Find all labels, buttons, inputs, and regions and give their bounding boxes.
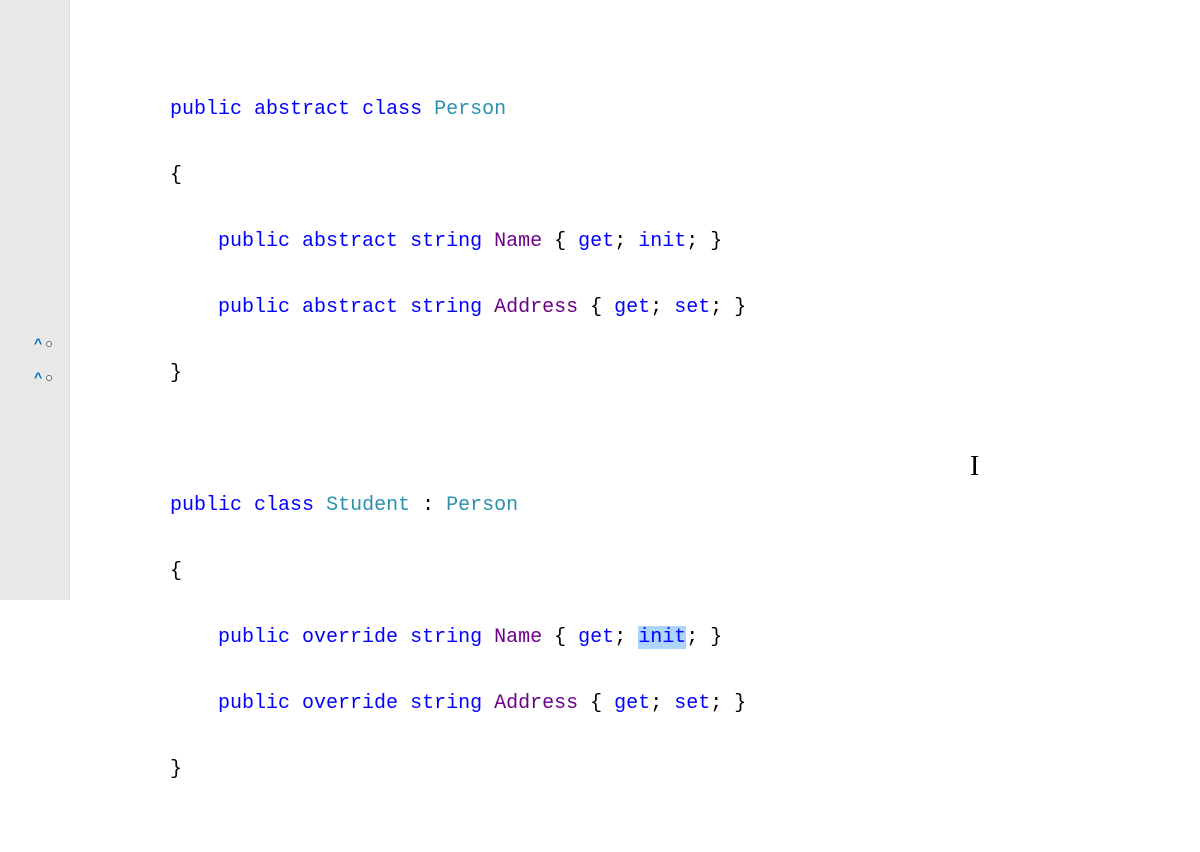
code-line: public override string Name { get; init;…	[170, 621, 1200, 654]
code-line: public abstract string Name { get; init;…	[170, 225, 1200, 258]
code-line: public override string Address { get; se…	[170, 687, 1200, 720]
text-cursor-icon: I	[970, 450, 979, 483]
editor-gutter: ^ ^	[0, 0, 70, 600]
gutter-marker[interactable]: ^	[34, 372, 52, 386]
code-editor[interactable]: public abstract class Person { public ab…	[70, 0, 1200, 600]
code-line: public abstract class Person	[170, 93, 1200, 126]
code-line: }	[170, 753, 1200, 786]
caret-icon: ^	[34, 371, 42, 387]
code-line: {	[170, 159, 1200, 192]
code-line	[170, 423, 1200, 456]
circle-icon	[46, 375, 52, 381]
code-line: public class Student : Person	[170, 489, 1200, 522]
code-line: public abstract string Address { get; se…	[170, 291, 1200, 324]
circle-icon	[46, 341, 52, 347]
code-line: {	[170, 555, 1200, 588]
gutter-marker[interactable]: ^	[34, 338, 52, 352]
code-line: }	[170, 357, 1200, 390]
selected-text: init	[638, 626, 686, 649]
caret-icon: ^	[34, 337, 42, 353]
